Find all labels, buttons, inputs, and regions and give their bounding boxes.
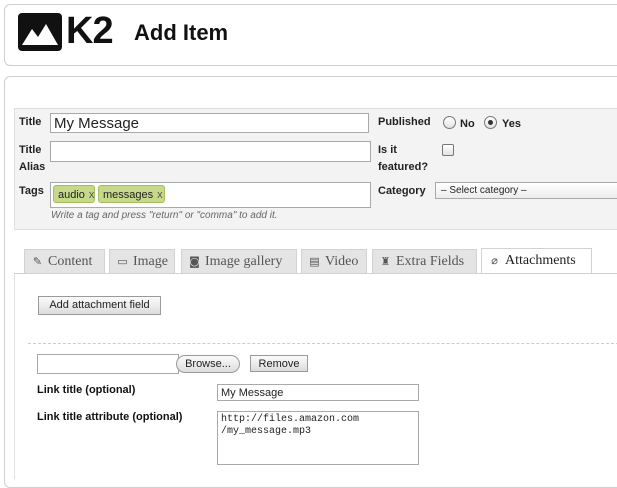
published-yes-radio[interactable] xyxy=(484,116,497,129)
tags-label: Tags xyxy=(19,185,44,197)
alias-label: Title xyxy=(19,144,42,156)
k2-logo-icon xyxy=(18,13,62,51)
published-yes-label: Yes xyxy=(502,118,521,130)
link-title-label: Link title (optional) xyxy=(37,384,136,396)
tag-chip[interactable]: audio x xyxy=(53,185,95,203)
tag-label: messages xyxy=(103,189,154,201)
tab-label: Image gallery xyxy=(205,254,283,269)
camera-icon: ◙ xyxy=(189,255,200,268)
link-attr-textarea[interactable]: http://files.amazon.com /my_message.mp3 xyxy=(217,411,419,465)
tab-divider xyxy=(14,273,617,274)
tags-hint: Write a tag and press "return" or "comma… xyxy=(51,210,278,221)
tab-label: Attachments xyxy=(505,253,576,268)
published-no-label: No xyxy=(460,118,475,130)
page-title: Add Item xyxy=(134,20,229,45)
link-title-input[interactable]: My Message xyxy=(217,384,419,401)
tag-remove-icon[interactable]: x xyxy=(89,189,95,201)
title-input[interactable]: My Message xyxy=(50,113,369,133)
tab-image-gallery[interactable]: ◙ Image gallery xyxy=(181,249,297,273)
featured-label: Is it xyxy=(378,144,397,156)
tab-content[interactable]: ✎ Content xyxy=(24,249,105,273)
remove-button[interactable]: Remove xyxy=(250,355,308,372)
attachment-divider xyxy=(28,343,617,344)
tab-extra-fields[interactable]: ♜ Extra Fields xyxy=(372,249,477,273)
tab-label: Image xyxy=(133,254,168,269)
title-label: Title xyxy=(19,116,42,128)
link-attr-label: Link title attribute (optional) xyxy=(37,411,183,423)
edit-icon: ✎ xyxy=(32,255,43,268)
featured-label-line2: featured? xyxy=(378,161,429,173)
radio-selected-dot xyxy=(488,120,493,125)
tag-chip[interactable]: messages x xyxy=(98,185,165,203)
tab-label: Extra Fields xyxy=(396,254,465,269)
tab-image[interactable]: ▭ Image xyxy=(109,249,175,273)
published-no-radio[interactable] xyxy=(443,116,456,129)
add-attachment-button[interactable]: Add attachment field xyxy=(38,296,161,315)
published-label: Published xyxy=(378,116,431,128)
featured-checkbox[interactable] xyxy=(442,144,454,156)
image-icon: ▭ xyxy=(117,255,128,268)
alias-label-line2: Alias xyxy=(19,161,46,173)
file-input[interactable] xyxy=(37,354,179,374)
tab-attachments[interactable]: ⌀ Attachments xyxy=(481,248,592,274)
tab-panel-border xyxy=(14,274,15,479)
logo-text: K2 xyxy=(66,10,114,52)
puzzle-icon: ♜ xyxy=(380,255,391,268)
tag-label: audio xyxy=(58,189,85,201)
browse-button[interactable]: Browse... xyxy=(176,355,240,373)
film-icon: ▤ xyxy=(309,255,320,268)
paperclip-icon: ⌀ xyxy=(491,254,498,267)
tab-label: Video xyxy=(325,254,359,269)
category-select[interactable]: – Select category – xyxy=(435,182,617,199)
category-label: Category xyxy=(378,185,426,197)
tab-label: Content xyxy=(48,254,93,269)
tab-video[interactable]: ▤ Video xyxy=(301,249,367,273)
alias-input[interactable] xyxy=(50,141,371,162)
tag-remove-icon[interactable]: x xyxy=(157,189,163,201)
